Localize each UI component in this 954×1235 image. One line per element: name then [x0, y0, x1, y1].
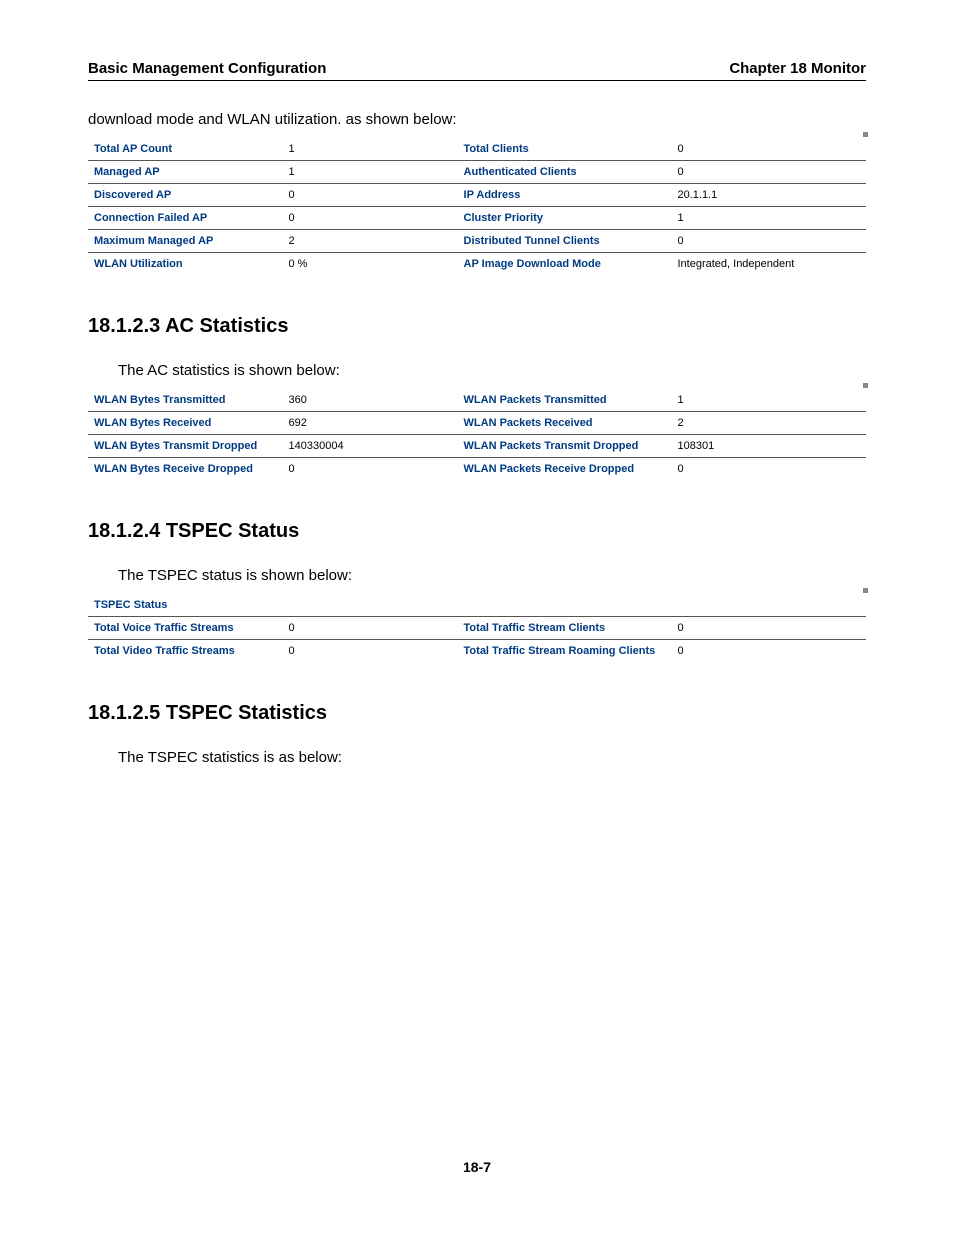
cell-value: 0: [671, 617, 866, 640]
cell-label: Discovered AP: [88, 184, 283, 207]
cell-value: 0: [671, 230, 866, 253]
cell-label: IP Address: [458, 184, 672, 207]
cell-label: Total Traffic Stream Roaming Clients: [458, 640, 672, 663]
cell-value: 1: [671, 207, 866, 230]
cell-label: Maximum Managed AP: [88, 230, 283, 253]
cell-value: 20.1.1.1: [671, 184, 866, 207]
cell-value: 692: [283, 412, 458, 435]
cell-label: Total Video Traffic Streams: [88, 640, 283, 663]
cell-label: Total Traffic Stream Clients: [458, 617, 672, 640]
cell-label: Connection Failed AP: [88, 207, 283, 230]
tspec-status-table-wrap: TSPEC Status Total Voice Traffic Streams…: [88, 594, 866, 662]
table-row: Total Voice Traffic Streams 0 Total Traf…: [88, 617, 866, 640]
header-right: Chapter 18 Monitor: [729, 60, 866, 77]
section-body: The AC statistics is shown below:: [118, 362, 866, 379]
table-row: WLAN Bytes Transmitted 360 WLAN Packets …: [88, 389, 866, 412]
cell-value: 0: [671, 640, 866, 663]
cell-label: Managed AP: [88, 161, 283, 184]
cell-value: 0: [671, 161, 866, 184]
tspec-status-table: Total Voice Traffic Streams 0 Total Traf…: [88, 617, 866, 662]
cell-value: 0 %: [283, 253, 458, 276]
cell-value: 2: [283, 230, 458, 253]
page-number: 18-7: [0, 1159, 954, 1175]
table-row: WLAN Bytes Transmit Dropped 140330004 WL…: [88, 435, 866, 458]
cell-value: 0: [671, 458, 866, 481]
cell-value: 0: [671, 138, 866, 161]
cell-label: Total Voice Traffic Streams: [88, 617, 283, 640]
section-heading-ac-statistics: 18.1.2.3 AC Statistics: [88, 315, 866, 338]
section-heading-tspec-status: 18.1.2.4 TSPEC Status: [88, 520, 866, 543]
cell-value: Integrated, Independent: [671, 253, 866, 276]
cell-value: 0: [283, 207, 458, 230]
cell-value: 1: [283, 161, 458, 184]
cell-value: 0: [283, 640, 458, 663]
global-status-table: Total AP Count 1 Total Clients 0 Managed…: [88, 138, 866, 275]
cell-value: 2: [671, 412, 866, 435]
table-row: Discovered AP 0 IP Address 20.1.1.1: [88, 184, 866, 207]
section-body: The TSPEC statistics is as below:: [118, 749, 866, 766]
table-row: Maximum Managed AP 2 Distributed Tunnel …: [88, 230, 866, 253]
table-row: Connection Failed AP 0 Cluster Priority …: [88, 207, 866, 230]
header-left: Basic Management Configuration: [88, 60, 326, 77]
cell-value: 1: [671, 389, 866, 412]
cell-label: WLAN Packets Transmitted: [458, 389, 672, 412]
cell-label: WLAN Bytes Transmitted: [88, 389, 283, 412]
table-row: WLAN Utilization 0 % AP Image Download M…: [88, 253, 866, 276]
cell-label: WLAN Utilization: [88, 253, 283, 276]
table-row: WLAN Bytes Received 692 WLAN Packets Rec…: [88, 412, 866, 435]
cell-label: Distributed Tunnel Clients: [458, 230, 672, 253]
cell-value: 140330004: [283, 435, 458, 458]
section-heading-tspec-statistics: 18.1.2.5 TSPEC Statistics: [88, 702, 866, 725]
ac-statistics-table: WLAN Bytes Transmitted 360 WLAN Packets …: [88, 389, 866, 480]
cell-label: WLAN Packets Transmit Dropped: [458, 435, 672, 458]
cell-label: Total Clients: [458, 138, 672, 161]
page-header: Basic Management Configuration Chapter 1…: [88, 60, 866, 81]
cell-value: 0: [283, 458, 458, 481]
cell-value: 0: [283, 617, 458, 640]
cell-label: WLAN Packets Receive Dropped: [458, 458, 672, 481]
cell-value: 0: [283, 184, 458, 207]
cell-value: 1: [283, 138, 458, 161]
intro-text: download mode and WLAN utilization. as s…: [88, 111, 866, 128]
section-body: The TSPEC status is shown below:: [118, 567, 866, 584]
cell-label: Authenticated Clients: [458, 161, 672, 184]
cell-label: WLAN Bytes Receive Dropped: [88, 458, 283, 481]
cell-label: Total AP Count: [88, 138, 283, 161]
tspec-status-title: TSPEC Status: [88, 594, 866, 617]
table-row: Total AP Count 1 Total Clients 0: [88, 138, 866, 161]
cell-value: 108301: [671, 435, 866, 458]
table-row: WLAN Bytes Receive Dropped 0 WLAN Packet…: [88, 458, 866, 481]
table-row: Managed AP 1 Authenticated Clients 0: [88, 161, 866, 184]
table-row: Total Video Traffic Streams 0 Total Traf…: [88, 640, 866, 663]
ac-statistics-table-wrap: WLAN Bytes Transmitted 360 WLAN Packets …: [88, 389, 866, 480]
cell-label: WLAN Bytes Received: [88, 412, 283, 435]
cell-label: AP Image Download Mode: [458, 253, 672, 276]
corner-tick-icon: [863, 383, 868, 388]
corner-tick-icon: [863, 132, 868, 137]
cell-label: WLAN Packets Received: [458, 412, 672, 435]
cell-label: Cluster Priority: [458, 207, 672, 230]
global-status-table-wrap: Total AP Count 1 Total Clients 0 Managed…: [88, 138, 866, 275]
corner-tick-icon: [863, 588, 868, 593]
cell-label: WLAN Bytes Transmit Dropped: [88, 435, 283, 458]
cell-value: 360: [283, 389, 458, 412]
